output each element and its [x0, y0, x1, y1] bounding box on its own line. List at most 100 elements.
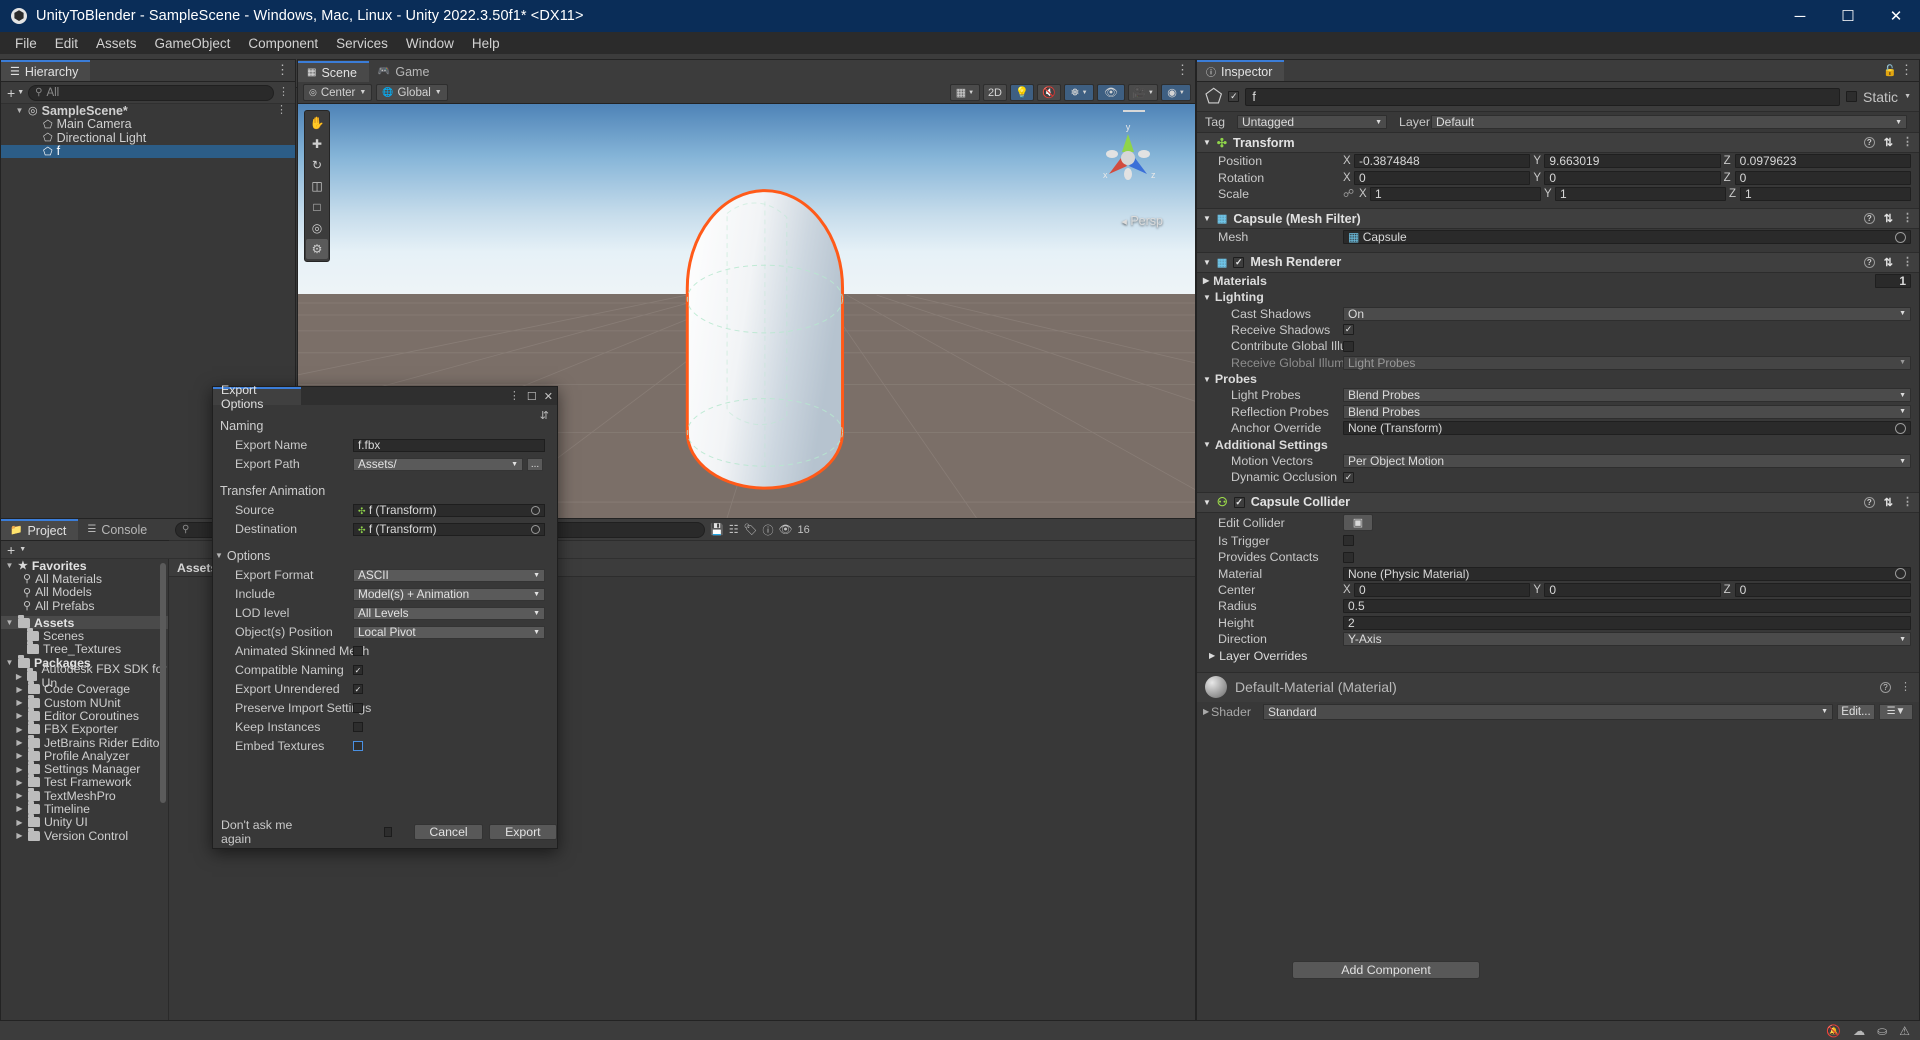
hierarchy-search-input[interactable]: ⚲ All — [28, 84, 274, 101]
collider-material-field[interactable]: None (Physic Material) — [1343, 566, 1911, 581]
pin-icon[interactable]: ⇵ — [540, 409, 549, 422]
center-z-input[interactable]: 0 — [1734, 583, 1911, 597]
chevron-down-icon[interactable]: ▼ — [15, 106, 24, 115]
chevron-right-icon[interactable]: ▶ — [15, 698, 24, 707]
menu-item-window[interactable]: Window — [397, 34, 463, 53]
select-object-icon[interactable] — [1895, 231, 1906, 243]
scene-orientation-gizmo[interactable]: y x z — [1091, 118, 1165, 192]
chevron-down-icon[interactable]: ▼ — [5, 618, 14, 627]
project-tree-scrollbar[interactable] — [160, 563, 166, 803]
select-object-icon[interactable] — [531, 524, 540, 534]
project-tree-autodesk-fbx-sdk[interactable]: ▶ Autodesk FBX SDK for Un — [1, 662, 168, 690]
maximize-button[interactable]: ☐ — [1824, 0, 1872, 32]
chevron-right-icon[interactable]: ▶ — [15, 778, 24, 787]
chevron-right-icon[interactable]: ▶ — [15, 725, 24, 734]
preset-icon[interactable]: ⇅ — [1884, 212, 1893, 225]
contribute-gi-checkbox[interactable] — [1343, 340, 1354, 352]
chevron-right-icon[interactable]: ▶ — [15, 711, 24, 720]
kebab-icon[interactable]: ⋮ — [1176, 63, 1189, 76]
tab-inspector[interactable]: ⓘ Inspector — [1197, 60, 1285, 81]
gameobject-icon[interactable]: ⬠ — [1205, 84, 1222, 109]
move-tool-button[interactable]: ✚ — [306, 134, 328, 154]
export-path-browse-button[interactable]: ... — [527, 457, 543, 471]
project-tree-editor-coroutines[interactable]: ▶ Editor Coroutines — [1, 707, 168, 723]
accessibility-icon[interactable]: ⛀ — [1877, 1024, 1887, 1038]
handle-space-dropdown[interactable]: 🌐 Global ▼ — [376, 84, 448, 101]
edit-collider-button[interactable]: ▣ — [1343, 514, 1373, 532]
preset-icon[interactable]: ⇅ — [1884, 496, 1893, 509]
cancel-button[interactable]: Cancel — [414, 824, 483, 840]
chevron-right-icon[interactable]: ▶ — [15, 738, 24, 747]
rotation-x-input[interactable]: 0 — [1354, 170, 1531, 185]
label-icon[interactable]: 🏷 — [744, 523, 758, 536]
help-icon[interactable]: ? — [1880, 681, 1891, 693]
gizmo-drag-handle[interactable] — [1123, 110, 1145, 112]
lighting-toggle[interactable]: 💡 — [1010, 84, 1034, 101]
kebab-icon[interactable]: ⋮ — [1902, 256, 1913, 267]
filter-icon[interactable]: ☷ — [729, 523, 739, 536]
tab-console[interactable]: ☰ Console — [78, 519, 160, 540]
rotate-tool-button[interactable]: ↻ — [306, 155, 328, 175]
compatible-naming-checkbox[interactable]: ✓ — [353, 665, 363, 675]
menu-item-edit[interactable]: Edit — [46, 34, 87, 53]
project-tree-favorites[interactable]: ▼ ★ Favorites — [1, 559, 168, 573]
preset-icon[interactable]: ⇅ — [1884, 136, 1893, 149]
tab-scene[interactable]: ▦ Scene — [298, 61, 369, 82]
project-tree-custom-nunit[interactable]: ▶ Custom NUnit — [1, 694, 168, 710]
component-header-capsule-collider[interactable]: ▼ ⚇ ✓ Capsule Collider ? ⇅ ⋮ — [1197, 491, 1919, 513]
preserve-import-settings-checkbox[interactable] — [353, 703, 363, 713]
tab-project[interactable]: 📁 Project — [1, 519, 79, 540]
position-z-input[interactable]: 0.0979623 — [1734, 154, 1911, 169]
project-tree-timeline[interactable]: ▶ Timeline — [1, 800, 168, 816]
project-tree-all-materials[interactable]: ⚲ All Materials — [1, 572, 168, 586]
chevron-down-icon[interactable]: ▼ — [1203, 498, 1211, 507]
component-header-mesh-renderer[interactable]: ▼ ▦ ✓ Mesh Renderer ? ⇅ ⋮ — [1197, 251, 1919, 273]
help-icon[interactable]: ? — [1863, 496, 1875, 508]
tab-export-options[interactable]: Export Options — [213, 383, 301, 411]
chevron-right-icon[interactable]: ▶ — [1197, 707, 1211, 716]
animated-skinned-mesh-checkbox[interactable] — [353, 646, 363, 656]
additional-settings-section[interactable]: ▼ Additional Settings — [1197, 436, 1919, 452]
menu-item-help[interactable]: Help — [463, 34, 509, 53]
select-object-icon[interactable] — [1895, 568, 1906, 580]
kebab-icon[interactable]: ⋮ — [1902, 213, 1913, 224]
lod-level-dropdown[interactable]: All Levels ▼ — [353, 606, 545, 620]
project-tree-all-models[interactable]: ⚲ All Models — [1, 585, 168, 599]
grid-toggle[interactable]: ▦ ▼ — [949, 84, 980, 101]
scale-x-input[interactable]: 1 — [1370, 186, 1541, 201]
gameobject-name-input[interactable]: f — [1245, 87, 1841, 106]
capsule-collider-enabled-checkbox[interactable]: ✓ — [1233, 496, 1245, 508]
project-tree-jetbrains-rider[interactable]: ▶ JetBrains Rider Editor — [1, 734, 168, 750]
hidden-objects-toggle[interactable]: 👁 — [1097, 84, 1125, 101]
material-block-header[interactable]: Default-Material (Material) ? ⋮ — [1197, 671, 1919, 702]
component-header-mesh-filter[interactable]: ▼ ▦ Capsule (Mesh Filter) ? ⇅ ⋮ — [1197, 208, 1919, 230]
chevron-right-icon[interactable]: ▶ — [15, 751, 24, 760]
chevron-down-icon[interactable]: ▼ — [1203, 214, 1211, 223]
help-icon[interactable]: ? — [1863, 213, 1875, 225]
chevron-right-icon[interactable]: ▶ — [15, 818, 24, 827]
static-checkbox[interactable] — [1846, 91, 1858, 102]
effects-toggle[interactable]: ❅ ▼ — [1064, 84, 1094, 101]
menu-item-gameobject[interactable]: GameObject — [146, 34, 240, 53]
menu-item-assets[interactable]: Assets — [87, 34, 146, 53]
close-icon[interactable]: ✕ — [544, 390, 553, 403]
lock-icon[interactable]: 🔓 — [1883, 64, 1897, 77]
probes-section[interactable]: ▼ Probes — [1197, 371, 1919, 387]
kebab-icon[interactable]: ⋮ — [276, 63, 289, 76]
chevron-down-icon[interactable]: ▼ — [215, 551, 223, 560]
layer-overrides-section[interactable]: ▶ Layer Overrides — [1197, 647, 1919, 663]
export-format-dropdown[interactable]: ASCII ▼ — [353, 568, 545, 582]
select-object-icon[interactable] — [531, 505, 540, 515]
tab-game[interactable]: 🎮 Game — [368, 61, 442, 82]
chevron-right-icon[interactable]: ▶ — [1203, 276, 1209, 285]
kebab-icon[interactable]: ⋮ — [1900, 681, 1911, 692]
destination-object-field[interactable]: ✣ f (Transform) — [353, 522, 545, 536]
warning-icon[interactable]: ⚠ — [1899, 1024, 1910, 1038]
chevron-down-icon[interactable]: ▼ — [1203, 258, 1211, 267]
height-input[interactable]: 2 — [1343, 615, 1911, 630]
chevron-down-icon[interactable]: ▼ — [5, 658, 14, 667]
link-off-icon[interactable]: ☍ — [1343, 187, 1359, 200]
eye-icon[interactable]: 👁 — [779, 523, 793, 536]
chevron-right-icon[interactable]: ▶ — [15, 765, 24, 774]
layer-dropdown[interactable]: Default ▼ — [1431, 115, 1907, 129]
